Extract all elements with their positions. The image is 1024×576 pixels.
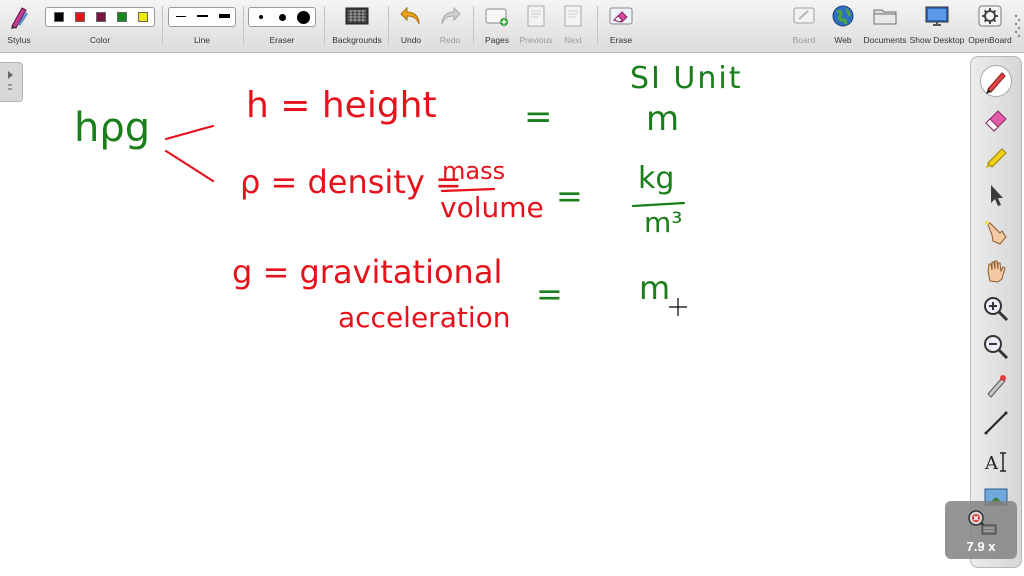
main-toolbar: Stylus Color Line Eraser Backgrounds Und… bbox=[0, 0, 1024, 53]
board-icon bbox=[793, 7, 815, 24]
erase-label: Erase bbox=[609, 35, 633, 45]
pen-icon bbox=[986, 72, 1006, 94]
line-thick-button[interactable] bbox=[219, 14, 230, 18]
pointing-hand-icon bbox=[985, 221, 1007, 245]
color-swatch-green[interactable] bbox=[117, 12, 127, 22]
text-icon: A bbox=[984, 452, 1006, 474]
add-page-icon bbox=[485, 8, 508, 26]
redo-icon bbox=[441, 6, 461, 25]
color-palette bbox=[45, 7, 155, 27]
eraser-small-button[interactable] bbox=[259, 15, 263, 19]
note-h-definition: h = height bbox=[246, 85, 437, 126]
note-g-definition: g = gravitational bbox=[232, 253, 503, 291]
globe-icon bbox=[832, 5, 854, 27]
note-rho-unit-numerator: kg bbox=[638, 161, 675, 196]
note-si-unit-header: SI Unit bbox=[630, 61, 743, 96]
line-width-picker bbox=[168, 7, 236, 27]
backgrounds-icon bbox=[345, 7, 369, 25]
note-g-equals: = bbox=[536, 275, 563, 313]
line-medium-button[interactable] bbox=[197, 15, 208, 17]
eraser-label: Eraser bbox=[269, 35, 295, 45]
text-tool-button[interactable]: A bbox=[980, 445, 1012, 477]
note-rho-numerator: mass bbox=[442, 157, 506, 185]
crosshair-cursor-icon bbox=[669, 298, 687, 316]
interact-tool-button[interactable] bbox=[980, 217, 1012, 249]
pen-tool-button[interactable] bbox=[980, 65, 1012, 97]
previous-page-icon bbox=[527, 5, 545, 27]
eraser-medium-button[interactable] bbox=[279, 14, 286, 21]
undo-icon bbox=[400, 6, 420, 25]
highlighter-tool-button[interactable] bbox=[980, 141, 1012, 173]
zoom-in-icon bbox=[984, 297, 1009, 322]
hand-icon bbox=[987, 260, 1006, 283]
gear-icon bbox=[978, 5, 1002, 27]
line-icon bbox=[984, 411, 1008, 435]
note-rho-definition: ρ = density = bbox=[240, 163, 462, 201]
note-g-definition-line2: acceleration bbox=[338, 301, 511, 334]
arrow-pointer-icon bbox=[991, 185, 1003, 206]
whiteboard-canvas[interactable]: hρg SI Unit m kg m³ m h = height = ρ = d… bbox=[0, 53, 968, 576]
note-heading: hρg bbox=[74, 105, 151, 151]
laser-pointer-icon bbox=[987, 375, 1006, 398]
svg-text:A: A bbox=[984, 453, 999, 474]
monitor-icon bbox=[925, 6, 949, 26]
magnifier-icon bbox=[968, 510, 997, 535]
zoom-out-tool-button[interactable] bbox=[980, 331, 1012, 363]
selector-tool-button[interactable] bbox=[980, 179, 1012, 211]
zoom-in-tool-button[interactable] bbox=[980, 293, 1012, 325]
note-rho-unit-denominator: m³ bbox=[644, 206, 683, 239]
hand-tool-button[interactable] bbox=[980, 255, 1012, 287]
note-rho-denominator: volume bbox=[440, 191, 544, 224]
color-swatch-yellow[interactable] bbox=[138, 12, 148, 22]
erase-annotations-icon bbox=[609, 7, 633, 25]
zoom-indicator: 7.9 x bbox=[945, 501, 1017, 559]
stylus-icon bbox=[11, 7, 28, 29]
highlighter-icon bbox=[986, 148, 1007, 168]
tool-dock: A bbox=[970, 56, 1022, 568]
note-g-unit: m bbox=[639, 269, 671, 307]
color-swatch-red[interactable] bbox=[75, 12, 85, 22]
ink-bracket-stroke bbox=[164, 124, 215, 183]
note-h-unit: m bbox=[646, 99, 680, 139]
eraser-icon bbox=[985, 110, 1007, 132]
eraser-size-picker bbox=[248, 7, 316, 27]
eraser-large-button[interactable] bbox=[297, 11, 310, 24]
note-h-equals: = bbox=[524, 97, 553, 137]
note-rho-equals: = bbox=[556, 177, 583, 215]
zoom-out-icon bbox=[984, 335, 1009, 360]
next-page-icon bbox=[564, 5, 582, 27]
eraser-tool-button[interactable] bbox=[980, 103, 1012, 135]
zoom-level-text: 7.9 x bbox=[966, 539, 996, 554]
color-swatch-black[interactable] bbox=[54, 12, 64, 22]
line-thin-button[interactable] bbox=[176, 16, 186, 17]
color-swatch-maroon[interactable] bbox=[96, 12, 106, 22]
toolbar-collapse-handle[interactable] bbox=[1013, 10, 1022, 42]
folder-icon bbox=[873, 9, 897, 25]
line-tool-button[interactable] bbox=[980, 407, 1012, 439]
laser-pointer-tool-button[interactable] bbox=[980, 369, 1012, 401]
